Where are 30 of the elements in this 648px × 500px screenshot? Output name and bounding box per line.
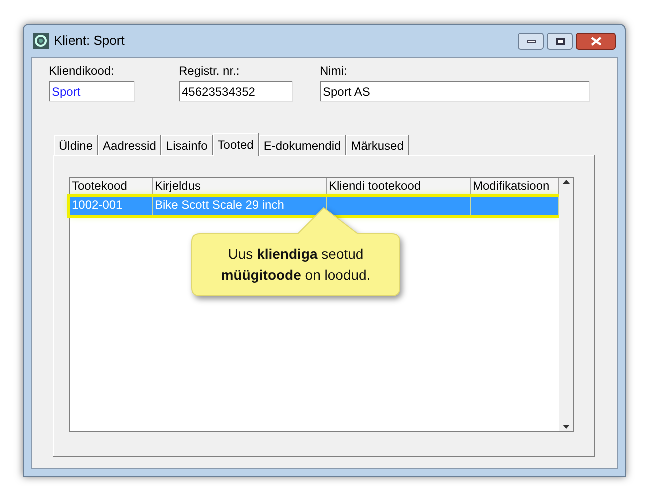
maximize-button[interactable] <box>547 32 573 50</box>
minimize-icon <box>526 40 536 42</box>
field-label: Registr. nr.: <box>179 63 241 79</box>
text-field[interactable]: Sport <box>49 81 135 102</box>
callout-text: Uus kliendiga seotud müügitoode on loodud. <box>220 245 372 285</box>
column-header[interactable]: Kirjeldus <box>153 178 327 196</box>
tab[interactable]: Märkused <box>346 135 409 155</box>
app-icon <box>33 33 49 49</box>
text-field[interactable]: Sport AS <box>320 81 590 102</box>
close-icon <box>590 36 602 46</box>
field-label: Kliendikood: <box>49 63 116 79</box>
table-cell: 1002-001 <box>72 198 123 212</box>
close-button[interactable] <box>576 32 616 50</box>
table-cell: Bike Scott Scale 29 inch <box>155 198 284 212</box>
column-header[interactable]: Kliendi tootekood <box>327 178 471 196</box>
field-label: Nimi: <box>320 63 348 79</box>
column-header[interactable]: Tootekood <box>70 178 153 196</box>
tab[interactable]: Lisainfo <box>161 135 213 155</box>
column-header[interactable]: Modifikatsioon <box>471 178 559 196</box>
scroll-down-icon[interactable] <box>562 425 570 429</box>
minimize-button[interactable] <box>518 32 544 50</box>
text-field[interactable]: 45623534352 <box>179 81 293 102</box>
tab[interactable]: E-dokumendid <box>258 135 346 155</box>
tab[interactable]: Üldine <box>54 135 98 155</box>
maximize-icon <box>556 38 564 44</box>
tab[interactable]: Aadressid <box>98 135 162 155</box>
scroll-up-icon[interactable] <box>562 180 570 184</box>
window-title: Klient: Sport <box>54 32 125 50</box>
scrollbar[interactable] <box>559 178 573 431</box>
tab[interactable]: Tooted <box>212 133 259 156</box>
